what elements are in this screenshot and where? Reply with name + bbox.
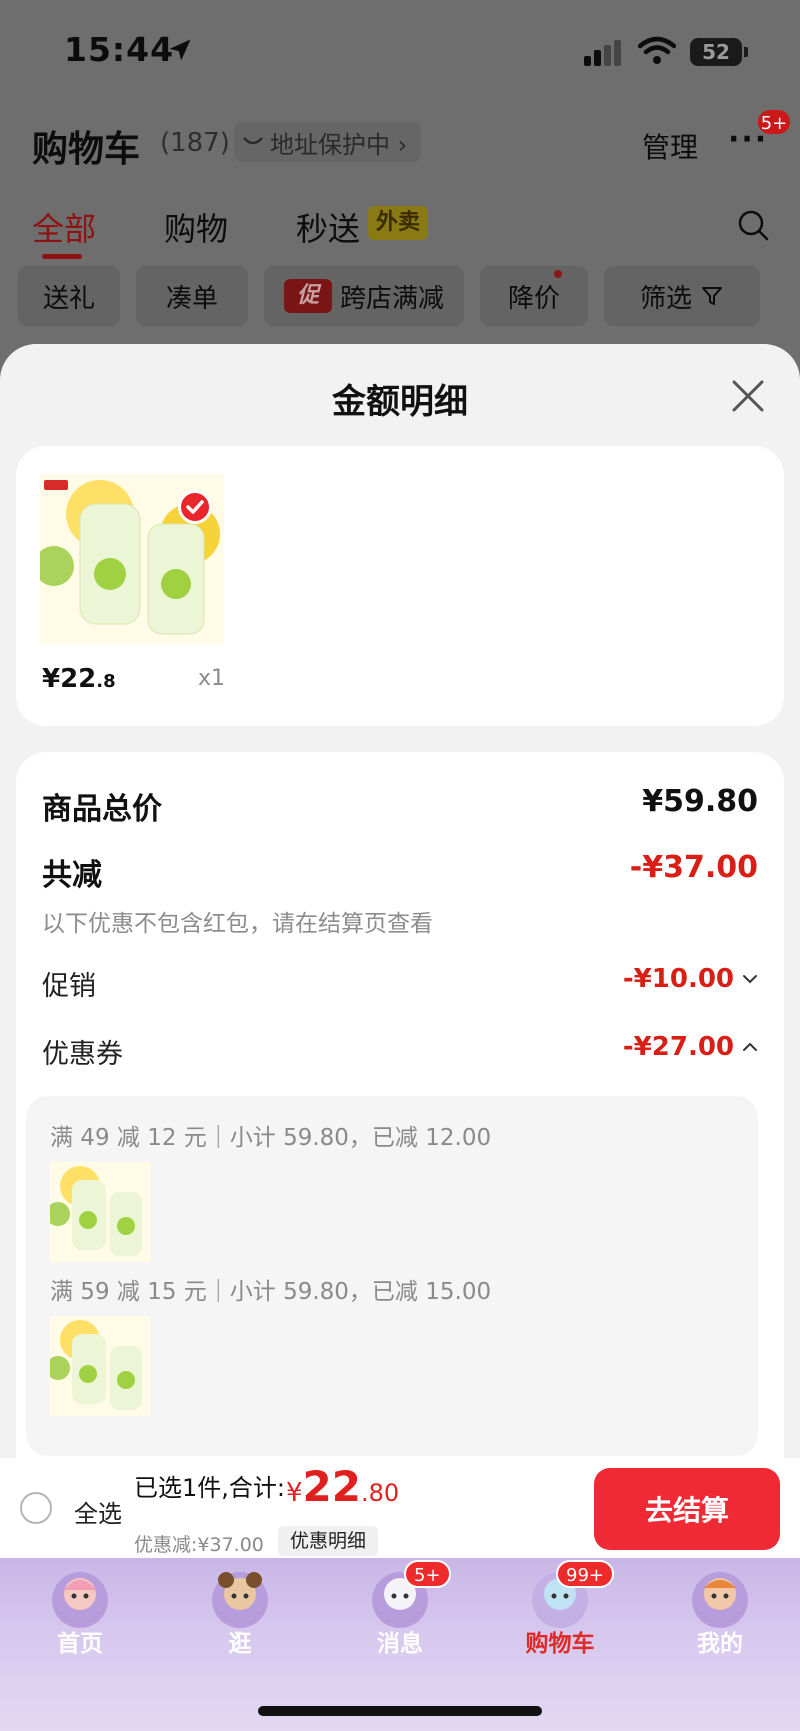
coupon-value: -¥27.00 — [622, 1032, 734, 1062]
nav-me-label: 我的 — [697, 1631, 743, 1657]
cart-badge: 99+ — [556, 1560, 614, 1588]
checkout-bar: 全选 已选1件,合计: ¥22.80 优惠减:¥37.00 优惠明细 去结算 — [0, 1458, 800, 1560]
coupon-rule-1: 满 49 减 12 元｜小计 59.80，已减 12.00 — [50, 1125, 492, 1151]
home-mascot-icon — [52, 1572, 108, 1628]
notification-dot — [554, 270, 562, 278]
select-all-checkbox[interactable] — [20, 1492, 52, 1524]
manage-button[interactable]: 管理 — [642, 126, 698, 166]
coupon-details: 满 49 减 12 元｜小计 59.80，已减 12.00 满 59 减 15 … — [26, 1096, 758, 1456]
total-int: 22 — [302, 1462, 361, 1511]
cart-count: (187) — [160, 128, 230, 158]
product-price-int: ¥22 — [42, 664, 97, 694]
chip-gift-label: 送礼 — [42, 283, 95, 314]
goods-total-value: ¥59.80 — [642, 784, 758, 819]
chip-price-drop-label: 降价 — [507, 283, 560, 314]
cart-tabs: 全部 购物 秒送 外卖 — [0, 196, 800, 259]
tab-all[interactable]: 全部 — [32, 204, 96, 259]
address-protection-chip[interactable]: 地址保护中 › — [234, 122, 422, 162]
reduce-note: 以下优惠不包含红包，请在结算页查看 — [42, 911, 433, 937]
close-icon[interactable] — [730, 378, 766, 414]
bottom-navigation: 首页 逛 5+ 消息 99+ 购物车 我的 — [0, 1558, 800, 1731]
profile-mascot-icon — [692, 1572, 748, 1628]
promo-tag: 促 — [283, 279, 332, 313]
product-quantity: x1 — [198, 666, 226, 691]
nav-home[interactable]: 首页 — [20, 1564, 140, 1664]
chevron-down-icon — [743, 975, 757, 984]
chip-bundle-label: 凑单 — [165, 283, 218, 314]
chevron-up-icon — [743, 1042, 757, 1051]
selection-summary: 已选1件,合计: — [134, 1474, 285, 1502]
promotion-value: -¥10.00 — [622, 964, 734, 994]
total-currency: ¥ — [286, 1478, 303, 1508]
address-protection-label: 地址保护中 › — [270, 130, 408, 159]
promotion-label: 促销 — [42, 971, 96, 1002]
page-title: 购物车 — [32, 129, 141, 170]
discount-summary: 优惠减:¥37.00 — [134, 1534, 264, 1556]
chip-gift[interactable]: 送礼 — [18, 266, 120, 326]
location-arrow-icon — [169, 39, 191, 61]
chip-bundle[interactable]: 凑单 — [136, 266, 248, 326]
coupon-product-image — [50, 1162, 150, 1262]
nav-cart[interactable]: 99+ 购物车 — [500, 1560, 620, 1664]
chip-cross-store-label: 跨店满减 — [339, 283, 444, 314]
amount-detail-sheet: 金额明细 ¥22.8 x1 商品总价 ¥59.80 共减 -¥37.00 以下优… — [0, 344, 800, 1464]
messages-badge: 5+ — [404, 1560, 451, 1588]
cellular-signal-icon — [584, 40, 621, 66]
total-price: ¥22.80 — [286, 1462, 399, 1511]
tab-flash-delivery[interactable]: 秒送 — [296, 204, 360, 250]
chip-filter-label: 筛选 — [639, 283, 692, 314]
coupon-product-image — [50, 1316, 150, 1416]
total-reduce-label: 共减 — [42, 858, 102, 893]
nav-cart-label: 购物车 — [525, 1631, 595, 1657]
browse-mascot-icon — [212, 1572, 268, 1628]
truck-icon — [243, 137, 263, 145]
chip-filter[interactable]: 筛选 — [604, 266, 760, 326]
sheet-title: 金额明细 — [332, 382, 468, 422]
home-indicator[interactable] — [258, 1706, 542, 1716]
chip-price-drop[interactable]: 降价 — [480, 266, 588, 326]
select-all-label[interactable]: 全选 — [74, 1494, 122, 1529]
promotion-row-toggle[interactable]: -¥10.00 — [623, 964, 758, 994]
selected-check-icon — [178, 490, 212, 524]
battery-indicator: 52 — [690, 38, 748, 66]
product-card: ¥22.8 x1 — [16, 446, 784, 726]
wifi-icon — [638, 36, 676, 64]
product-price: ¥22.8 — [42, 664, 116, 694]
nav-browse[interactable]: 逛 — [180, 1564, 300, 1664]
nav-me[interactable]: 我的 — [660, 1564, 780, 1664]
total-reduce-value: -¥37.00 — [629, 850, 758, 885]
total-dec: .80 — [361, 1479, 400, 1507]
cart-header: 购物车 (187) 地址保护中 › 管理 ··· 5+ — [0, 108, 800, 180]
goods-total-label: 商品总价 — [42, 792, 162, 827]
coupon-rule-2: 满 59 减 15 元｜小计 59.80，已减 15.00 — [50, 1279, 492, 1305]
filter-icon — [702, 287, 722, 305]
nav-home-label: 首页 — [57, 1631, 103, 1657]
nav-browse-label: 逛 — [228, 1631, 252, 1657]
filter-chips: 送礼 凑单 促 跨店满减 降价 筛选 — [0, 266, 800, 328]
search-icon[interactable] — [736, 208, 770, 242]
takeout-badge: 外卖 — [368, 206, 429, 240]
discount-detail-button[interactable]: 优惠明细 — [278, 1526, 379, 1556]
background-app: 15:44 52 购物车 (187) 地址保护中 › 管理 ··· 5+ 全部 … — [0, 0, 800, 360]
nav-messages[interactable]: 5+ 消息 — [340, 1560, 460, 1664]
more-badge: 5+ — [756, 108, 792, 136]
nav-messages-label: 消息 — [377, 1631, 423, 1657]
checkout-button[interactable]: 去结算 — [594, 1468, 780, 1550]
status-time: 15:44 — [64, 30, 175, 69]
tab-shopping[interactable]: 购物 — [164, 204, 228, 250]
product-price-dec: .8 — [96, 671, 116, 692]
chip-cross-store-discount[interactable]: 促 跨店满减 — [264, 266, 464, 326]
status-bar: 15:44 52 — [0, 0, 800, 100]
coupon-row-toggle[interactable]: -¥27.00 — [623, 1032, 758, 1062]
coupon-label: 优惠券 — [42, 1039, 123, 1070]
